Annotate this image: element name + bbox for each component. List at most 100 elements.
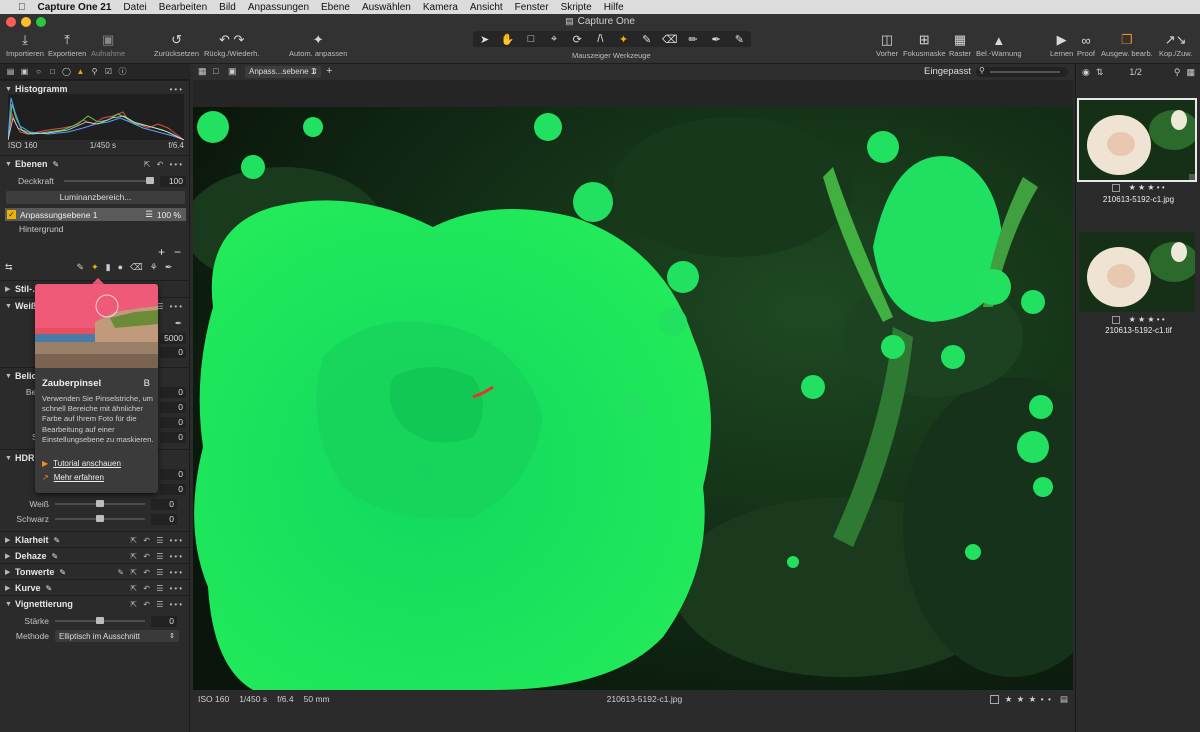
thumbnail-2[interactable] [1079, 232, 1195, 312]
section-actions-icon[interactable]: ⇱ ↶ ☰ ••• [130, 552, 184, 561]
vignette-slider-knob[interactable] [96, 617, 104, 624]
zoom-label[interactable]: Eingepasst [924, 66, 971, 77]
library-tab-icon[interactable]: ▤ [5, 66, 16, 77]
contrast-value[interactable]: 0 [160, 401, 186, 413]
highlight-value[interactable]: 0 [160, 468, 186, 480]
erase-mask-tool-icon[interactable]: ⌫ [659, 33, 681, 46]
swap-icon[interactable]: ⇆ [5, 262, 13, 273]
menu-skripte[interactable]: Skripte [555, 2, 598, 13]
annotate-tool-icon[interactable]: ✎ [728, 33, 750, 46]
crop-tool-icon[interactable]: ⌖ [543, 33, 565, 46]
magic-brush-icon[interactable]: ✦ [91, 262, 99, 273]
thumbnail-1-rating[interactable]: ★ ★ ★ • • [1076, 183, 1200, 192]
section-actions-icon[interactable]: ✎ ⇱ ↶ ☰ ••• [117, 568, 184, 577]
luminance-range-button[interactable]: Luminanzbereich... [6, 191, 185, 204]
loupe-tool-icon[interactable]: □ [520, 33, 542, 45]
dehaze-header[interactable]: ▶ Dehaze ✎ ⇱ ↶ ☰ ••• [0, 548, 190, 564]
layer-checkbox[interactable]: ✓ [7, 210, 16, 219]
export-button[interactable]: ⤒ Exportieren [48, 31, 86, 58]
copy-apply-button[interactable]: ↗↘ Kop./Zuw. [1159, 31, 1192, 58]
black-value[interactable]: 0 [151, 513, 177, 525]
metadata-tab-icon[interactable]: ⓘ [117, 66, 128, 77]
close-window-button[interactable] [6, 17, 16, 27]
saturation-value[interactable]: 0 [160, 431, 186, 443]
grid-view-icon[interactable]: ▦ [198, 66, 207, 77]
opacity-slider-knob[interactable] [146, 177, 154, 184]
vignette-header[interactable]: ▼ Vignettierung ⇱ ↶ ☰ ••• [0, 596, 190, 612]
menu-anpassungen[interactable]: Anpassungen [242, 2, 315, 13]
layer-selector[interactable]: Anpass...sebene 1 ⇕ [245, 66, 321, 78]
lens-tab-icon[interactable]: ○ [33, 66, 44, 77]
capture-button[interactable]: ▣ Aufnahme [91, 31, 125, 58]
undo-redo-button[interactable]: ↶ ↷ Rückg./Wiederh. [204, 31, 259, 58]
select-tool-icon[interactable]: ➤ [474, 33, 496, 46]
curve-header[interactable]: ▶ Kurve ✎ ⇱ ↶ ☰ ••• [0, 580, 190, 596]
layer-settings-icon[interactable]: ☰ [145, 209, 153, 220]
pen-icon[interactable]: ✒ [165, 262, 173, 273]
shadow-value[interactable]: 0 [160, 483, 186, 495]
color-tag-icon[interactable]: ▤ [1060, 694, 1068, 705]
compare-view-icon[interactable]: ▣ [228, 66, 237, 77]
white-slider[interactable] [55, 500, 145, 507]
picker-tool-icon[interactable]: ✒ [705, 33, 727, 46]
section-actions-icon[interactable]: ⇱ ↶ ☰ ••• [130, 600, 184, 609]
menu-app[interactable]: Capture One 21 [32, 2, 118, 13]
section-actions-icon[interactable]: ☰ ••• [156, 302, 184, 311]
thumbnail-2-checkbox[interactable] [1112, 315, 1121, 324]
status-stars[interactable]: ★ ★ ★ • • [1005, 694, 1052, 705]
menu-bearbeiten[interactable]: Bearbeiten [153, 2, 213, 13]
tint-value[interactable]: 0 [160, 346, 186, 358]
learn-more-link[interactable]: ↗ Mehr erfahren [42, 473, 104, 482]
layers-header[interactable]: ▼ Ebenen ✎ ⇱ ↶ ••• [0, 156, 190, 172]
layer-row-adjustment-1[interactable]: ✓ Anpassungsebene 1 ☰ 100 % [5, 208, 186, 221]
menu-kamera[interactable]: Kamera [417, 2, 464, 13]
white-value[interactable]: 0 [151, 498, 177, 510]
focus-mask-button[interactable]: ⊞ Fokusmaske [903, 31, 946, 58]
exposure-warning-button[interactable]: ▲ Bel.-Warnung [976, 31, 1022, 59]
before-button[interactable]: ◫ Vorher [876, 31, 898, 58]
pan-tool-icon[interactable]: ✋ [497, 33, 519, 46]
kelvin-value[interactable]: 5000 [160, 332, 186, 344]
add-layer-icon[interactable]: + [326, 65, 332, 77]
apple-menu-icon[interactable]:  [12, 2, 32, 13]
draw-mask-tool-icon[interactable]: ✎ [636, 33, 658, 46]
reset-button[interactable]: ↺ Zurücksetzen [154, 31, 199, 58]
clarity-header[interactable]: ▶ Klarheit ✎ ⇱ ↶ ☰ ••• [0, 532, 190, 548]
vignette-strength-slider[interactable] [55, 617, 145, 624]
magic-brush-tool-icon[interactable]: ✦ [613, 33, 635, 46]
section-actions-icon[interactable]: ⇱ ↶ ••• [144, 160, 184, 169]
exposure-value[interactable]: 0 [160, 386, 186, 398]
main-image[interactable] [193, 107, 1073, 690]
eraser-icon[interactable]: ⌫ [130, 262, 143, 273]
brightness-value[interactable]: 0 [160, 416, 186, 428]
remove-layer-icon[interactable]: − [174, 245, 181, 259]
menu-hilfe[interactable]: Hilfe [598, 2, 630, 13]
vignette-strength-value[interactable]: 0 [151, 615, 177, 627]
fill-mask-icon[interactable]: ⚘ [150, 262, 158, 273]
capture-tab-icon[interactable]: ▣ [19, 66, 30, 77]
add-layer-icon[interactable]: + [158, 245, 165, 259]
more-icon[interactable]: ••• [170, 85, 184, 94]
layer-row-background[interactable]: Hintergrund [19, 224, 63, 234]
menu-ebene[interactable]: Ebene [315, 2, 356, 13]
exposure-tab-icon[interactable]: ▲ [75, 66, 86, 77]
rotate-tool-icon[interactable]: ⟳ [566, 33, 588, 46]
menu-bild[interactable]: Bild [213, 2, 242, 13]
section-actions-icon[interactable]: ⇱ ↶ ☰ ••• [130, 584, 184, 593]
opacity-slider[interactable] [64, 177, 154, 184]
brush-icon[interactable]: ✎ [77, 262, 85, 273]
eyedropper-icon[interactable]: ✒ [175, 318, 182, 329]
thumbnail-1-checkbox[interactable] [1112, 183, 1121, 192]
composition-tab-icon[interactable]: □ [47, 66, 58, 77]
adjustments-tab-icon[interactable]: ☑ [103, 66, 114, 77]
thumbnail-2-rating[interactable]: ★ ★ ★ • • [1076, 315, 1200, 324]
linear-gradient-icon[interactable]: ▮ [106, 262, 111, 273]
menu-fenster[interactable]: Fenster [509, 2, 555, 13]
menu-auswaehlen[interactable]: Auswählen [356, 2, 417, 13]
minimize-window-button[interactable] [21, 17, 31, 27]
eye-icon[interactable]: ◉ [1082, 67, 1090, 78]
black-slider[interactable] [55, 515, 145, 522]
menu-datei[interactable]: Datei [117, 2, 152, 13]
zoom-slider[interactable]: ⚲ [976, 66, 1068, 77]
learn-button[interactable]: ▶ Lernen [1050, 31, 1073, 58]
